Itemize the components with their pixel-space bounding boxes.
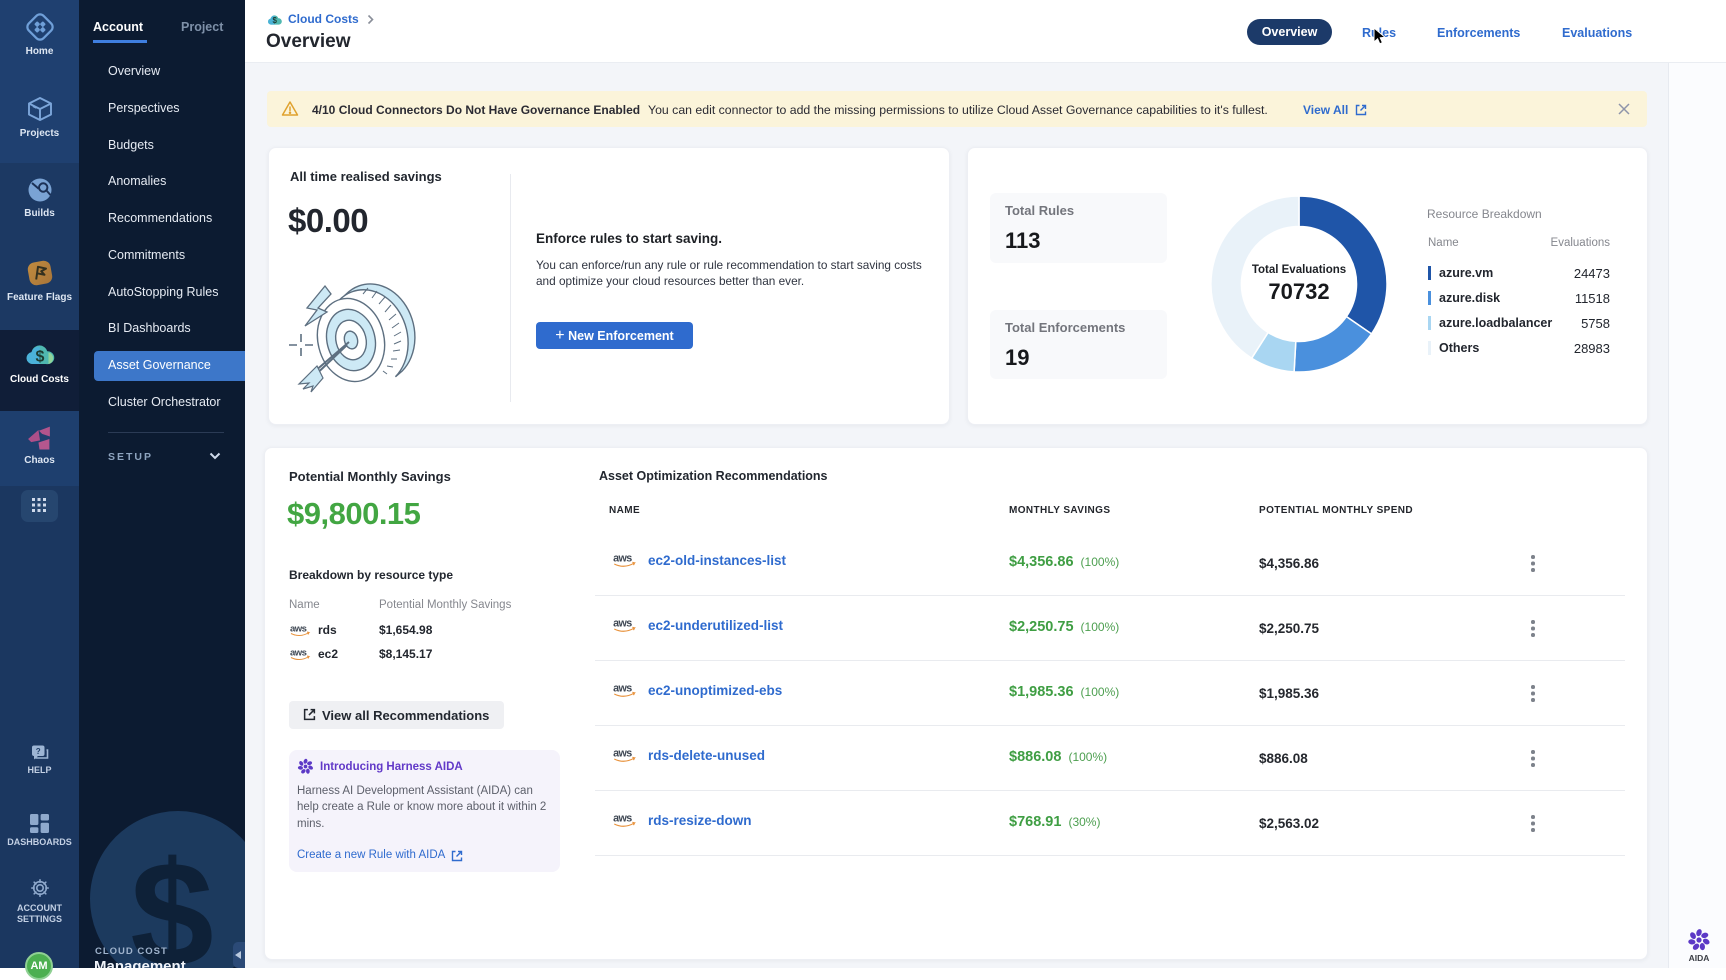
svg-text:aws: aws bbox=[290, 624, 307, 635]
svg-text:?: ? bbox=[35, 747, 40, 756]
svg-text:aws: aws bbox=[613, 748, 632, 760]
svg-text:aws: aws bbox=[290, 648, 307, 659]
svg-text:$: $ bbox=[273, 16, 278, 25]
svg-text:aws: aws bbox=[613, 683, 632, 695]
svg-text:aws: aws bbox=[613, 618, 632, 630]
svg-text:$: $ bbox=[35, 349, 44, 366]
svg-text:aws: aws bbox=[613, 813, 632, 825]
svg-text:aws: aws bbox=[613, 553, 632, 565]
